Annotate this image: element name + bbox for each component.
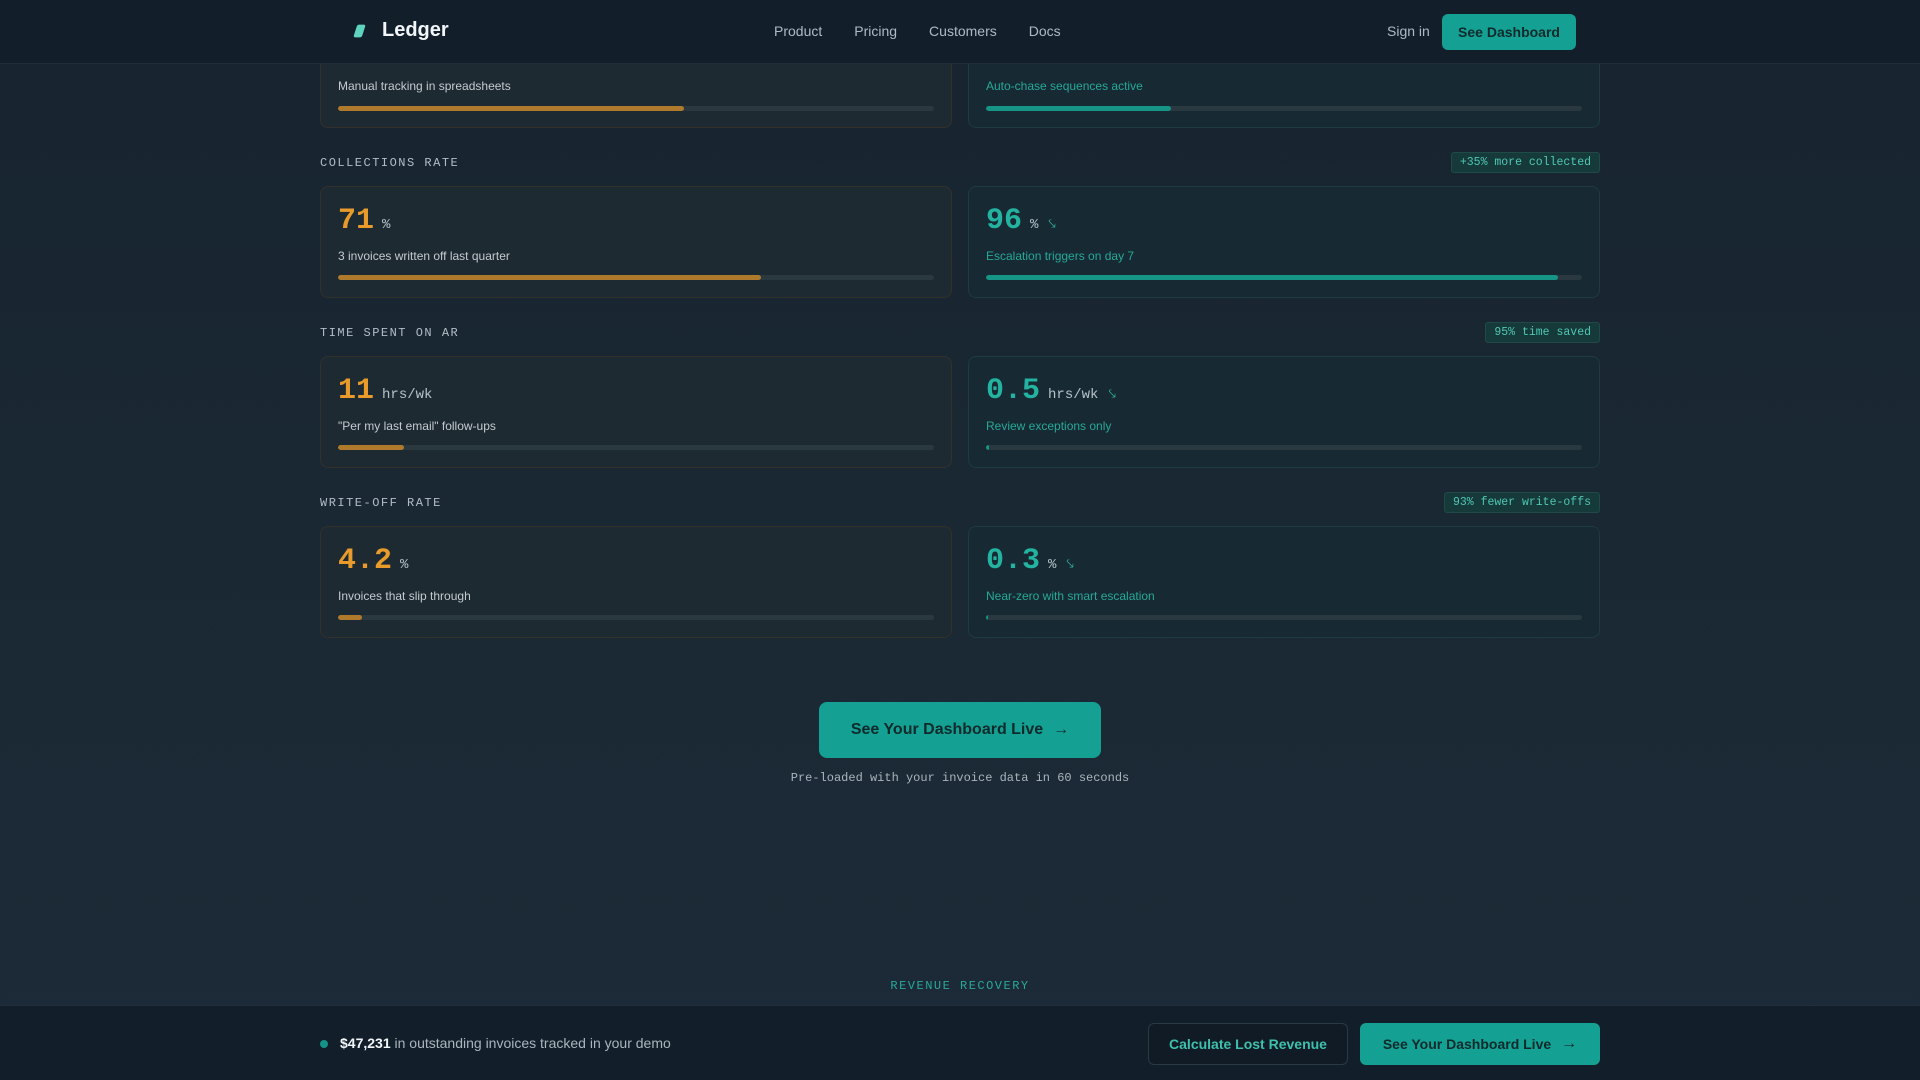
sign-in-link[interactable]: Sign in — [1387, 23, 1430, 39]
metric-value: 96 — [986, 204, 1023, 238]
metric: 71 % — [338, 204, 390, 238]
see-dashboard-live-button[interactable]: See Your Dashboard Live → — [819, 702, 1101, 758]
nav-link-pricing[interactable]: Pricing — [854, 23, 897, 39]
improvement-badge: 95% time saved — [1485, 322, 1600, 343]
status-dot — [320, 1040, 328, 1048]
metric-note: Near-zero with smart escalation — [986, 589, 1155, 603]
progress-track — [986, 106, 1582, 111]
outstanding-amount: $47,231 — [340, 1035, 391, 1051]
after-note: Auto-chase sequences active — [986, 79, 1143, 93]
metric-value: 0.5 — [986, 374, 1041, 408]
metric-note: Escalation triggers on day 7 — [986, 249, 1135, 263]
outstanding-summary: $47,231 in outstanding invoices tracked … — [340, 1035, 671, 1051]
nav-link-customers[interactable]: Customers — [929, 23, 997, 39]
cta-subtext: Pre-loaded with your invoice data in 60 … — [790, 771, 1130, 785]
nav-link-product[interactable]: Product — [774, 23, 822, 39]
section-collections-rate: COLLECTIONS RATE +35% more collected — [320, 152, 1600, 174]
arrow-right-icon: → — [1561, 1035, 1578, 1052]
before-card: 71 % 3 invoices written off last quarter — [320, 186, 952, 298]
metric-value: 4.2 — [338, 544, 393, 578]
progress-track — [338, 106, 934, 111]
metric: 0.5 hrs/wk ⤥ — [986, 374, 1116, 408]
nav-link-docs[interactable]: Docs — [1029, 23, 1061, 39]
improvement-badge: 93% fewer write-offs — [1443, 492, 1600, 513]
progress-track — [986, 615, 1582, 620]
progress-fill — [338, 445, 404, 450]
metric: 4.2 % — [338, 544, 408, 578]
metric-unit: % — [1048, 557, 1057, 573]
section-label: WRITE-OFF RATE — [320, 496, 442, 510]
progress-fill — [986, 445, 989, 450]
metric-note: Invoices that slip through — [338, 589, 471, 603]
section-label: COLLECTIONS RATE — [320, 156, 460, 170]
progress-track — [986, 445, 1582, 450]
before-note: Manual tracking in spreadsheets — [338, 79, 511, 93]
outstanding-text: in outstanding invoices tracked in your … — [390, 1035, 671, 1051]
before-card: 4.2 % Invoices that slip through — [320, 526, 952, 638]
trend-down-icon: ⤥ — [1048, 216, 1056, 231]
progress-track — [338, 275, 934, 280]
progress-fill — [338, 615, 362, 620]
sticky-bottom-bar: $47,231 in outstanding invoices tracked … — [0, 1005, 1920, 1080]
trend-down-icon: ⤥ — [1066, 556, 1074, 571]
section-time-spent: TIME SPENT ON AR 95% time saved — [320, 322, 1600, 344]
section-label: TIME SPENT ON AR — [320, 326, 460, 340]
progress-track — [338, 445, 934, 450]
cta-label: See Your Dashboard Live — [850, 721, 1044, 738]
metric-unit: hrs/wk — [1048, 387, 1099, 403]
before-card: 11 hrs/wk "Per my last email" follow-ups — [320, 356, 952, 468]
progress-track — [986, 275, 1582, 280]
next-section-label: REVENUE RECOVERY — [890, 979, 1030, 993]
progress-fill — [986, 106, 1171, 111]
progress-fill — [338, 275, 762, 280]
metric-note: "Per my last email" follow-ups — [338, 419, 496, 433]
see-dashboard-button[interactable]: See Dashboard — [1442, 14, 1576, 50]
ledger-logo-icon — [350, 21, 370, 41]
arrow-right-icon: → — [1053, 721, 1070, 738]
after-card: 0.5 hrs/wk ⤥ Review exceptions only — [968, 356, 1600, 468]
progress-track — [338, 615, 934, 620]
metric-unit: % — [1030, 217, 1039, 233]
after-card: 96 % ⤥ Escalation triggers on day 7 — [968, 186, 1600, 298]
progress-fill — [986, 615, 988, 620]
improvement-badge: +35% more collected — [1450, 152, 1600, 173]
metric-unit: hrs/wk — [382, 387, 433, 403]
metric: 96 % ⤥ — [986, 204, 1056, 238]
metric-note: 3 invoices written off last quarter — [338, 249, 510, 263]
trend-down-icon: ⤥ — [1108, 386, 1116, 401]
brand-name: Ledger — [382, 19, 449, 41]
metric: 11 hrs/wk — [338, 374, 432, 408]
metric-value: 71 — [338, 204, 375, 238]
after-card: 0.3 % ⤥ Near-zero with smart escalation — [968, 526, 1600, 638]
top-nav: Ledger Product Pricing Customers Docs Si… — [0, 0, 1920, 64]
nav-links: Product Pricing Customers Docs — [774, 23, 1061, 39]
brand-logo[interactable]: Ledger — [350, 19, 449, 42]
button-label: See Your Dashboard Live — [1382, 1036, 1552, 1052]
section-write-off-rate: WRITE-OFF RATE 93% fewer write-offs — [320, 492, 1600, 514]
metric-value: 0.3 — [986, 544, 1041, 578]
metric-note: Review exceptions only — [986, 419, 1112, 433]
progress-fill — [986, 275, 1559, 280]
metric: 0.3 % ⤥ — [986, 544, 1074, 578]
calculate-lost-revenue-button[interactable]: Calculate Lost Revenue — [1148, 1023, 1348, 1065]
metric-unit: % — [400, 557, 409, 573]
metric-unit: % — [382, 217, 391, 233]
metric-value: 11 — [338, 374, 375, 408]
see-dashboard-live-button-bottom[interactable]: See Your Dashboard Live → — [1360, 1023, 1600, 1065]
progress-fill — [338, 106, 684, 111]
